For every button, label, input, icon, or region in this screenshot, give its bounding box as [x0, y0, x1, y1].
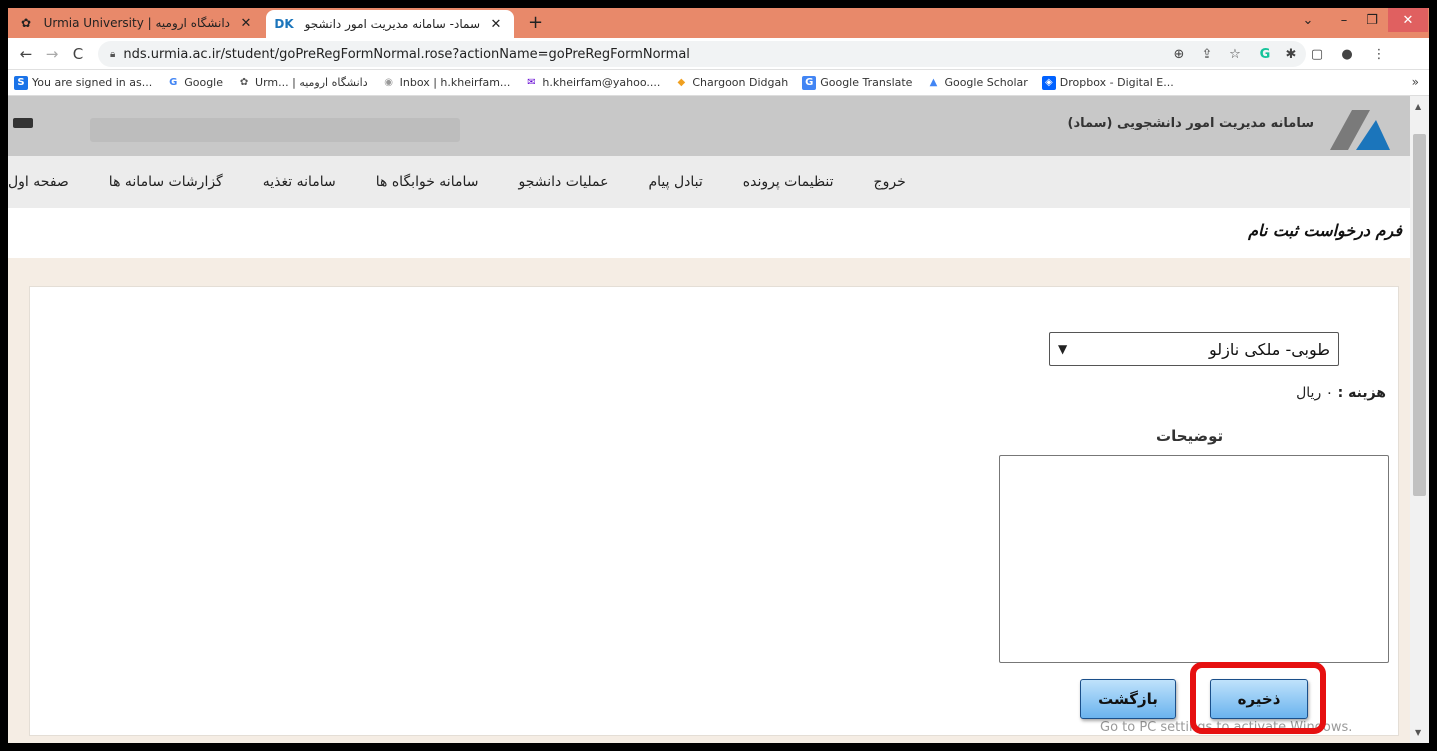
zoom-icon[interactable]: ⊕	[1168, 43, 1190, 65]
description-label: توضیحات	[1156, 427, 1224, 445]
tab-search-button[interactable]: ⌄	[1296, 8, 1320, 32]
urmia-logo-icon: ✿	[20, 16, 32, 30]
bookmark-chargoon[interactable]: ◆ Chargoon Didgah	[674, 76, 789, 90]
browser-toolbar: ← → C 🔒︎ nds.urmia.ac.ir/student/goPreRe…	[8, 38, 1429, 70]
dormitory-select-value: طوبی- ملکی نازلو	[1209, 339, 1330, 359]
scrollbar-thumb[interactable]	[1413, 134, 1426, 496]
new-tab-button[interactable]: +	[528, 12, 543, 33]
bookmarks-overflow-button[interactable]: »	[1412, 75, 1419, 89]
bookmark-google-scholar[interactable]: ▲ Google Scholar	[926, 76, 1028, 90]
bookmark-yahoo[interactable]: ✉ h.kheirfam@yahoo....	[524, 76, 660, 90]
chevron-down-icon: ▼	[1058, 342, 1068, 356]
tab-title: سماد- سامانه مدیریت امور دانشجو	[304, 17, 480, 31]
browser-window: ✿ دانشگاه ارومیه | Urmia University ✕ DK…	[8, 8, 1429, 743]
bookmark-label: Inbox | h.kheirfam...	[399, 76, 511, 89]
site-header: سامانه مدیریت امور دانشجویی (سماد)	[8, 96, 1410, 156]
nav-student-operations[interactable]: عملیات دانشجو	[518, 174, 608, 190]
cost-line: هزینه : ۰ ریال	[1296, 385, 1386, 401]
cost-label: هزینه :	[1337, 385, 1386, 401]
bookmark-signed-in[interactable]: S You are signed in as...	[14, 75, 153, 90]
save-button-highlight	[1190, 662, 1326, 734]
close-tab-icon[interactable]: ✕	[238, 16, 254, 31]
minimize-button[interactable]: –	[1330, 8, 1358, 32]
address-bar[interactable]: 🔒︎ nds.urmia.ac.ir/student/goPreRegFormN…	[98, 41, 1306, 67]
tab-urmia-university[interactable]: ✿ دانشگاه ارومیه | Urmia University ✕	[8, 8, 264, 38]
tab-title: دانشگاه ارومیه | Urmia University	[43, 16, 230, 30]
system-title: سامانه مدیریت امور دانشجویی (سماد)	[1067, 116, 1315, 130]
page-content: سامانه مدیریت امور دانشجویی (سماد) صفحه …	[8, 96, 1410, 743]
nav-logout[interactable]: خروج	[874, 174, 906, 190]
share-icon[interactable]: ⇪	[1196, 43, 1218, 65]
close-tab-icon[interactable]: ✕	[488, 17, 504, 32]
page-title: فرم درخواست ثبت نام	[1248, 221, 1402, 240]
samad-logo-icon	[1330, 110, 1390, 150]
header-search-box[interactable]	[90, 118, 460, 142]
extensions-icon[interactable]: ✱	[1280, 43, 1302, 65]
cost-value: ۰ ریال	[1296, 385, 1334, 401]
nav-messages[interactable]: تبادل پیام	[648, 174, 702, 190]
grammarly-icon[interactable]: G	[1254, 43, 1276, 65]
main-navbar: صفحه اول گزارشات سامانه ها سامانه تغذیه …	[8, 156, 1410, 208]
bookmark-dropbox[interactable]: ◈ Dropbox - Digital E...	[1041, 75, 1174, 90]
back-button[interactable]: ←	[14, 42, 38, 66]
urmia-logo-icon: ✿	[239, 77, 249, 88]
tab-bar: ✿ دانشگاه ارومیه | Urmia University ✕ DK…	[8, 8, 1429, 38]
lock-icon: 🔒︎	[110, 48, 116, 60]
maximize-button[interactable]: ❐	[1358, 8, 1386, 32]
dormitory-select[interactable]: طوبی- ملکی نازلو ▼	[1049, 332, 1339, 366]
hamburger-menu-icon[interactable]	[13, 118, 33, 128]
bookmark-label: Dropbox - Digital E...	[1059, 76, 1174, 89]
scroll-up-arrow-icon[interactable]: ▲	[1415, 102, 1421, 111]
bookmark-star-icon[interactable]: ☆	[1224, 43, 1246, 65]
dropbox-icon: ◈	[1041, 75, 1056, 90]
side-panel-icon[interactable]: ▢	[1306, 43, 1328, 65]
close-window-button[interactable]: ✕	[1388, 8, 1428, 32]
dk-logo-icon: DK	[274, 17, 294, 31]
yahoo-mail-icon: ✉	[527, 77, 536, 88]
nav-home[interactable]: صفحه اول	[8, 174, 69, 190]
nav-dormitory-system[interactable]: سامانه خوابگاه ها	[376, 174, 479, 190]
bookmark-label: You are signed in as...	[32, 76, 153, 89]
menu-kebab-icon[interactable]: ⋮	[1368, 43, 1390, 65]
page-scrollbar[interactable]: ▲ ▼	[1410, 96, 1429, 743]
forward-button[interactable]: →	[40, 42, 64, 66]
bookmark-label: Chargoon Didgah	[692, 76, 789, 89]
bookmark-inbox[interactable]: ◉ Inbox | h.kheirfam...	[382, 76, 511, 90]
reload-button[interactable]: C	[66, 42, 90, 66]
bookmark-label: Google Scholar	[944, 76, 1028, 89]
nav-system-reports[interactable]: گزارشات سامانه ها	[109, 174, 223, 190]
nav-profile-settings[interactable]: تنظیمات پرونده	[743, 174, 834, 190]
profile-avatar[interactable]: ●	[1336, 43, 1358, 65]
bookmark-google[interactable]: G Google	[166, 76, 223, 90]
bookmark-label: Google	[184, 76, 224, 89]
scholar-icon: ▲	[929, 77, 938, 88]
url-text: nds.urmia.ac.ir/student/goPreRegFormNorm…	[123, 46, 690, 62]
nav-food-system[interactable]: سامانه تغذیه	[263, 174, 336, 190]
bookmark-label: h.kheirfam@yahoo....	[542, 76, 661, 89]
bookmark-urmia[interactable]: ✿ Urm... | دانشگاه ارومیه	[237, 76, 368, 90]
description-textarea[interactable]	[999, 455, 1389, 663]
bookmark-label: Urm... | دانشگاه ارومیه	[255, 76, 368, 89]
mail-icon: ◉	[384, 77, 393, 88]
scroll-down-arrow-icon[interactable]: ▼	[1415, 728, 1421, 737]
registration-form: طوبی- ملکی نازلو ▼ هزینه : ۰ ریال توضیحا…	[29, 286, 1399, 736]
google-icon: G	[169, 77, 178, 88]
bookmark-label: Google Translate	[820, 76, 913, 89]
back-button[interactable]: بازگشت	[1080, 679, 1176, 719]
translate-icon: G	[802, 75, 817, 90]
page-title-bar: فرم درخواست ثبت نام	[8, 208, 1410, 258]
chargoon-icon: ◆	[677, 77, 686, 88]
bookmark-google-translate[interactable]: G Google Translate	[802, 75, 913, 90]
tab-samad[interactable]: DK سماد- سامانه مدیریت امور دانشجو ✕	[266, 10, 514, 38]
bookmark-icon: S	[14, 75, 28, 90]
bookmarks-bar: S You are signed in as... G Google ✿ Urm…	[8, 70, 1429, 96]
